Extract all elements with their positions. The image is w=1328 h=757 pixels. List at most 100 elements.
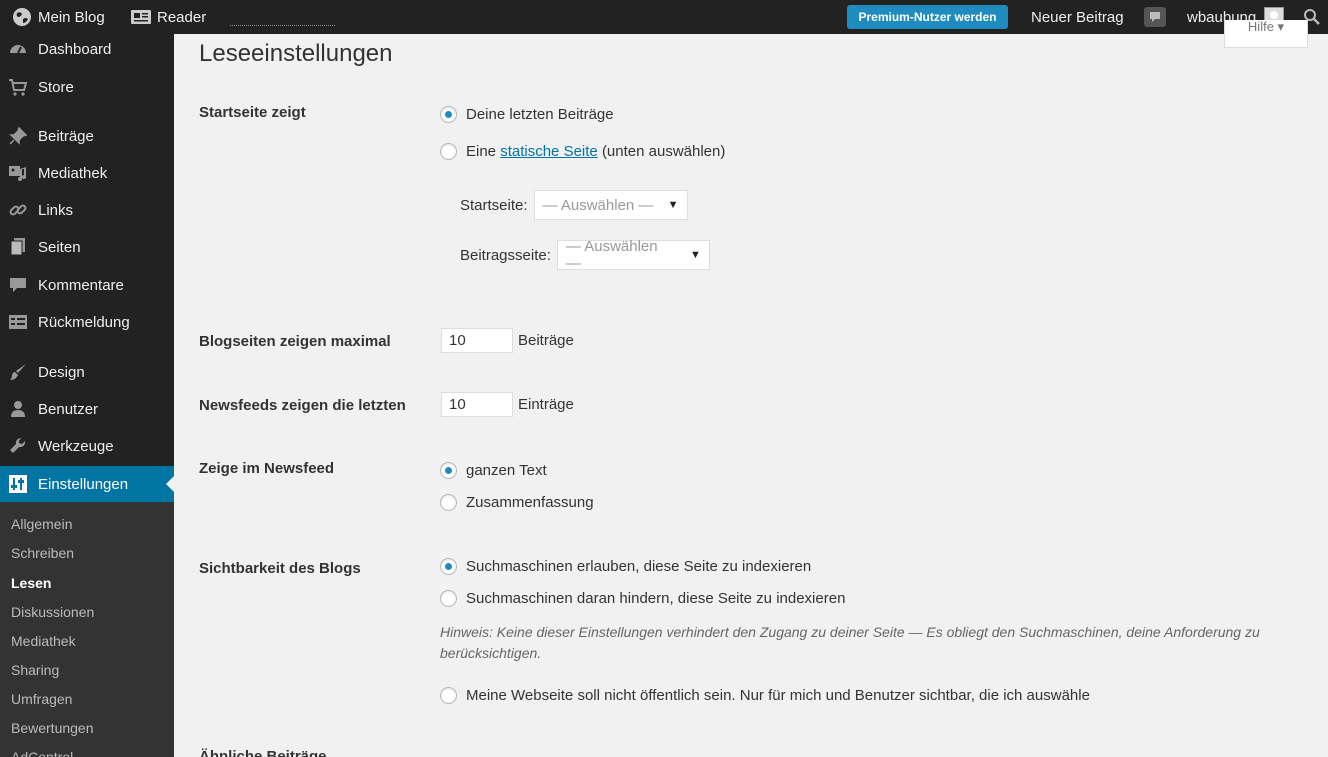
media-icon — [8, 163, 28, 183]
posts-per-page-row: 10 Beiträge — [441, 328, 574, 353]
visibility-label: Sichtbarkeit des Blogs — [199, 560, 361, 577]
sidebar-item-users[interactable]: Benutzer — [0, 391, 174, 427]
sidebar-item-feedback[interactable]: Rückmeldung — [0, 304, 174, 340]
feed-items-input[interactable]: 10 — [441, 392, 513, 417]
beitragsseite-select[interactable]: — Auswählen — ▼ — [556, 238, 710, 272]
sidebar-item-label: Store — [38, 78, 74, 96]
sidebar-item-label: Rückmeldung — [38, 313, 130, 331]
dropdown-arrow-icon: ▼ — [690, 249, 701, 261]
submenu-item-media[interactable]: Mediathek — [11, 633, 76, 649]
startseite-select-value: — Auswählen — — [542, 196, 654, 214]
radio-selected-dot — [445, 111, 452, 118]
sidebar-item-label: Links — [38, 201, 74, 219]
feed-content-label: Zeige im Newsfeed — [199, 460, 335, 477]
submenu-item-adcontrol[interactable]: AdControl — [11, 749, 73, 757]
static-page-link[interactable]: statische Seite — [500, 143, 598, 160]
sidebar-item-media[interactable]: Mediathek — [0, 155, 174, 191]
globe-icon — [12, 7, 32, 27]
related-posts-label: Ähnliche Beiträge — [199, 748, 327, 757]
front-page-static-suffix: (unten auswählen) — [601, 143, 726, 160]
startseite-label: Startseite: — [460, 196, 528, 214]
premium-button[interactable]: Premium-Nutzer werden — [847, 5, 1008, 29]
feed-summary-option[interactable]: Zusammenfassung — [440, 494, 594, 511]
sidebar-item-label: Design — [38, 363, 85, 381]
submenu-item-reading[interactable]: Lesen — [11, 575, 51, 591]
posts-per-page-input[interactable]: 10 — [441, 328, 513, 353]
feedback-icon — [8, 312, 28, 332]
link-icon — [8, 200, 28, 220]
dashboard-icon — [8, 39, 28, 59]
visibility-private-option[interactable]: Meine Webseite soll nicht öffentlich sei… — [440, 687, 1090, 704]
radio-front-latest[interactable] — [440, 106, 457, 123]
posts-per-page-label: Blogseiten zeigen maximal — [199, 333, 391, 350]
my-blog-label: Mein Blog — [38, 8, 105, 26]
feed-items-label: Newsfeeds zeigen die letzten — [199, 397, 406, 414]
sidebar-item-comments[interactable]: Kommentare — [0, 267, 174, 303]
reader-icon — [131, 7, 151, 27]
adminbar-divider — [230, 25, 335, 26]
sidebar-item-label: Mediathek — [38, 164, 108, 182]
settings-icon — [8, 474, 28, 494]
help-tab[interactable]: Hilfe ▾ — [1224, 20, 1308, 48]
pages-icon — [8, 237, 28, 257]
sidebar-item-label: Dashboard — [38, 40, 112, 58]
radio-feed-full[interactable] — [440, 462, 457, 479]
startseite-row: Startseite: — Auswählen — ▼ — [460, 190, 688, 220]
radio-visibility-private[interactable] — [440, 687, 457, 704]
new-post-link[interactable]: Neuer Beitrag — [1031, 0, 1124, 34]
admin-bar: Mein Blog Reader Premium-Nutzer werden N… — [0, 0, 1328, 34]
sidebar-item-design[interactable]: Design — [0, 354, 174, 390]
radio-selected-dot — [445, 467, 452, 474]
radio-feed-summary[interactable] — [440, 494, 457, 511]
submenu-item-polls[interactable]: Umfragen — [11, 691, 72, 707]
front-page-latest-option[interactable]: Deine letzten Beiträge — [440, 106, 614, 123]
feed-summary-label: Zusammenfassung — [466, 494, 594, 511]
visibility-allow-option[interactable]: Suchmaschinen erlauben, diese Seite zu i… — [440, 558, 811, 575]
beitragsseite-select-value: — Auswählen — — [565, 238, 658, 272]
reader-label: Reader — [157, 8, 207, 26]
settings-submenu: Allgemein Schreiben Lesen Diskussionen M… — [0, 502, 174, 757]
visibility-block-option[interactable]: Suchmaschinen daran hindern, diese Seite… — [440, 590, 845, 607]
submenu-item-ratings[interactable]: Bewertungen — [11, 720, 94, 736]
page-title: Leseeinstellungen — [199, 40, 393, 67]
sidebar-item-label: Beiträge — [38, 127, 94, 145]
front-page-latest-label: Deine letzten Beiträge — [466, 106, 614, 123]
cart-icon — [8, 77, 28, 97]
submenu-item-writing[interactable]: Schreiben — [11, 545, 74, 561]
brush-icon — [8, 362, 28, 382]
sidebar-item-label: Seiten — [38, 238, 81, 256]
my-blog-menu[interactable]: Mein Blog — [12, 0, 105, 34]
radio-visibility-allow[interactable] — [440, 558, 457, 575]
sidebar-item-label: Kommentare — [38, 276, 124, 294]
comment-icon — [8, 275, 28, 295]
sidebar-item-posts[interactable]: Beiträge — [0, 118, 174, 154]
sidebar-item-label: Benutzer — [38, 400, 99, 418]
feed-items-unit: Einträge — [518, 396, 574, 413]
startseite-select[interactable]: — Auswählen — ▼ — [533, 190, 688, 220]
sidebar-item-pages[interactable]: Seiten — [0, 229, 174, 265]
front-page-static-option[interactable]: Eine statische Seite (unten auswählen) — [440, 143, 725, 160]
dropdown-arrow-icon: ▼ — [667, 199, 679, 211]
visibility-hint: Hinweis: Keine dieser Einstellungen verh… — [440, 624, 1260, 661]
submenu-item-general[interactable]: Allgemein — [11, 516, 72, 532]
front-page-static-prefix: Eine — [466, 143, 497, 160]
feed-full-option[interactable]: ganzen Text — [440, 462, 547, 479]
reader-menu[interactable]: Reader — [131, 0, 206, 34]
front-page-label: Startseite zeigt — [199, 104, 306, 121]
sidebar-item-dashboard[interactable]: Dashboard — [0, 31, 174, 67]
beitragsseite-row: Beitragsseite: — Auswählen — ▼ — [460, 238, 710, 272]
sidebar-item-links[interactable]: Links — [0, 192, 174, 228]
user-icon — [8, 399, 28, 419]
submenu-item-discussion[interactable]: Diskussionen — [11, 604, 94, 620]
sidebar-item-store[interactable]: Store — [0, 69, 174, 105]
beitragsseite-label: Beitragsseite: — [460, 246, 551, 264]
visibility-block-label: Suchmaschinen daran hindern, diese Seite… — [466, 590, 846, 607]
notifications-icon[interactable] — [1144, 7, 1166, 27]
radio-front-static[interactable] — [440, 143, 457, 160]
radio-visibility-block[interactable] — [440, 590, 457, 607]
sidebar-item-settings[interactable]: Einstellungen — [0, 466, 174, 502]
sidebar-item-label: Werkzeuge — [38, 437, 114, 455]
radio-selected-dot — [445, 563, 452, 570]
sidebar-item-tools[interactable]: Werkzeuge — [0, 428, 174, 464]
submenu-item-sharing[interactable]: Sharing — [11, 662, 59, 678]
